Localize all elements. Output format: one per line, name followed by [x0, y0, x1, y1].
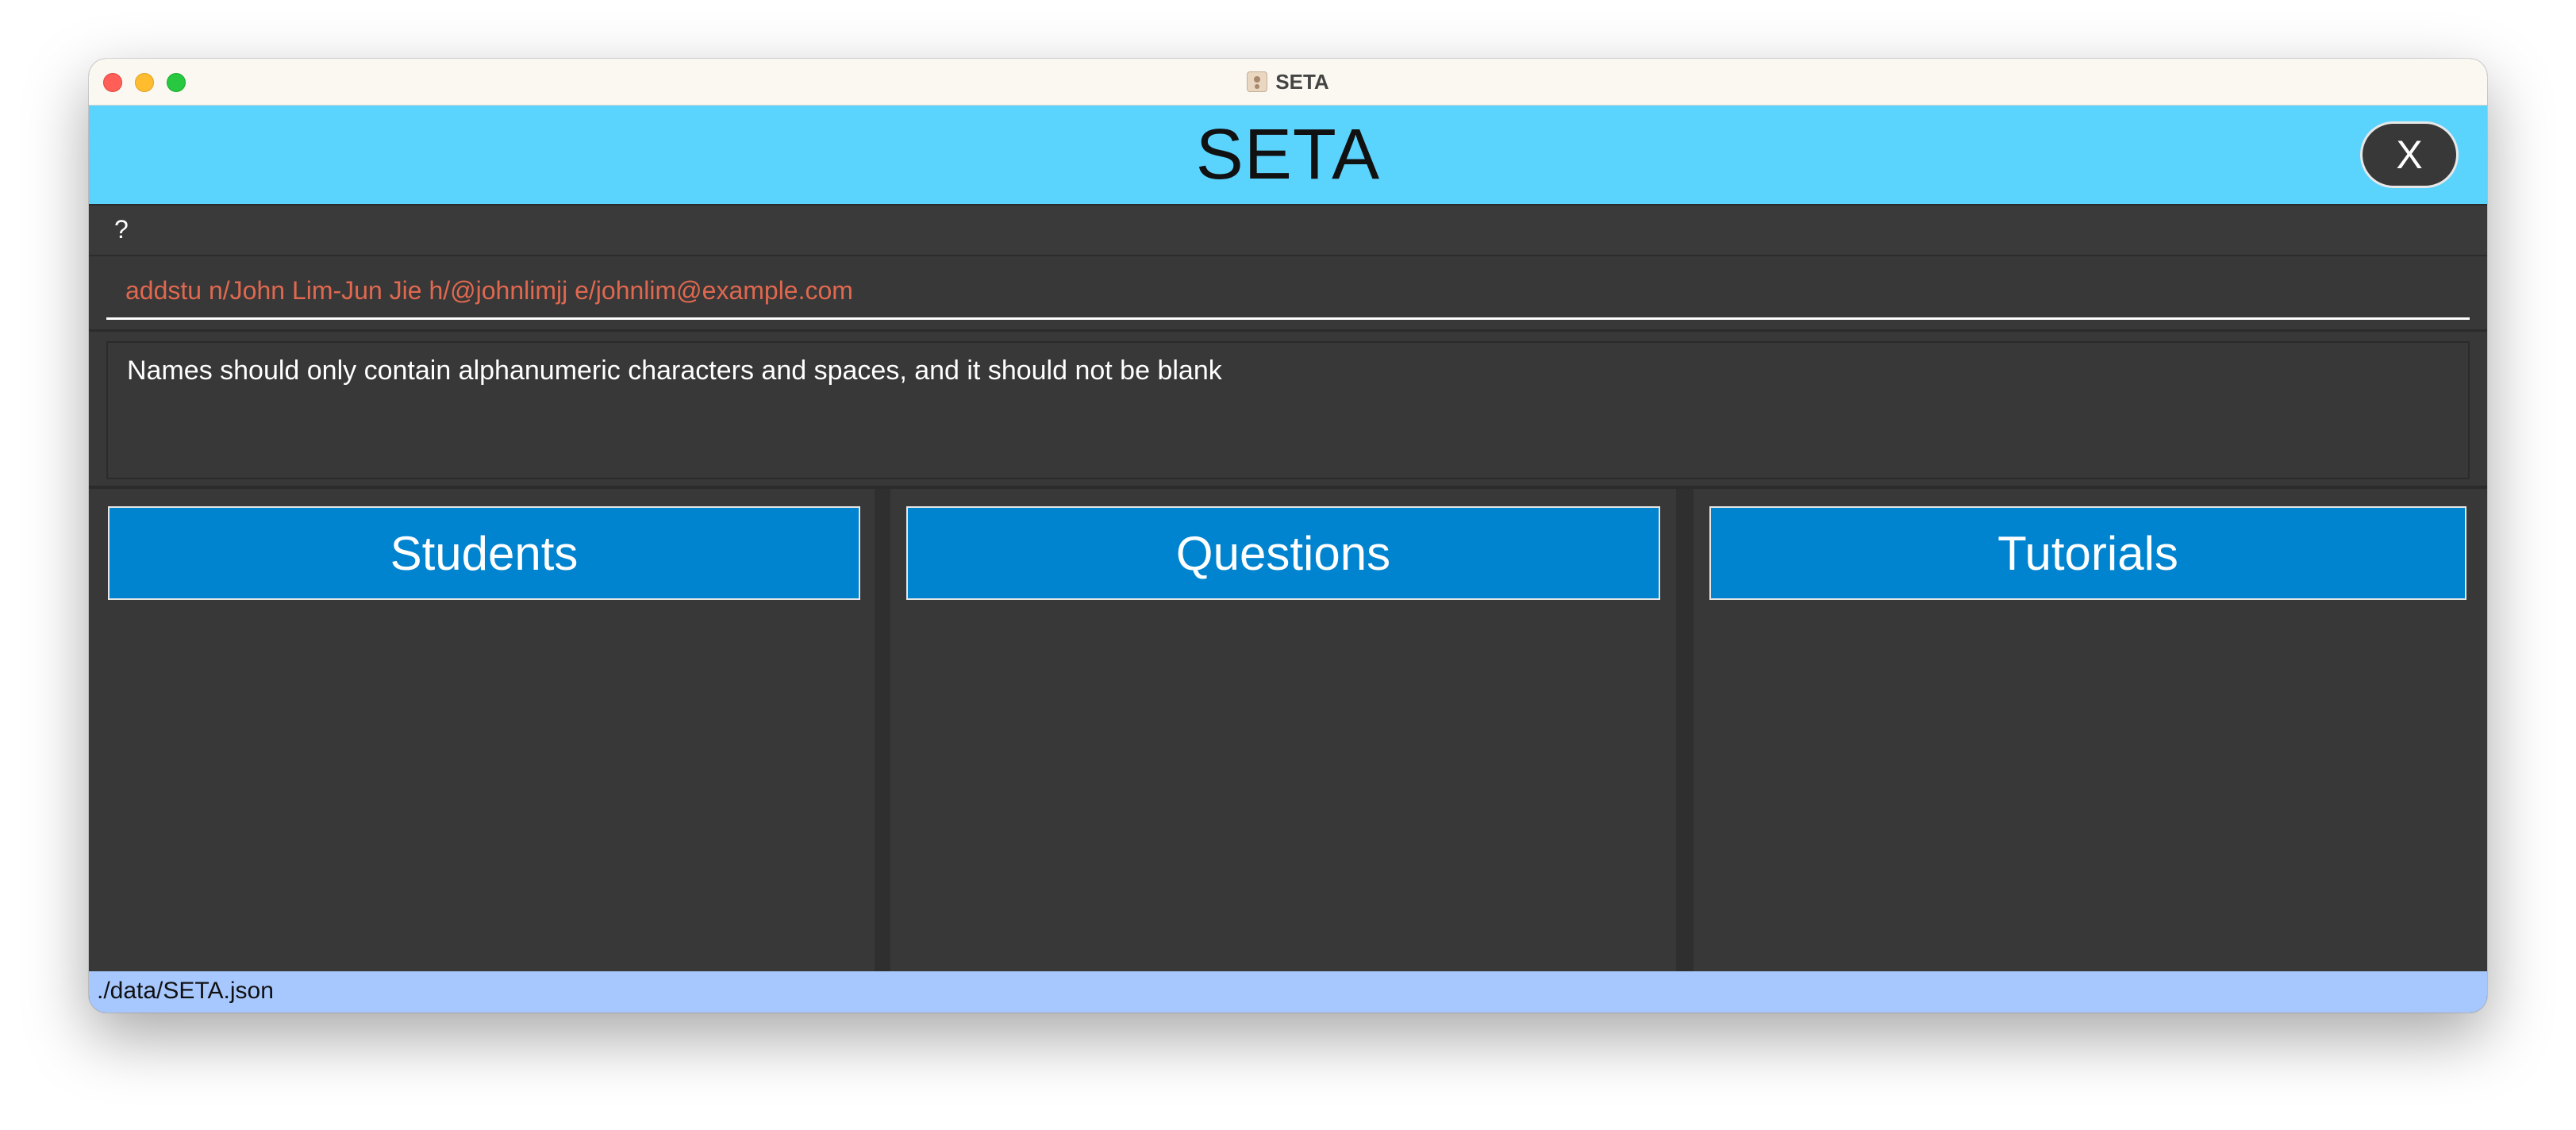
app-title: SETA	[1195, 114, 1381, 194]
window-title-group: SETA	[89, 59, 2487, 105]
tutorials-panel-header[interactable]: Tutorials	[1709, 506, 2466, 600]
menu-bar: ?	[89, 206, 2487, 256]
students-panel: Students	[89, 489, 875, 971]
app-header: SETA X	[89, 106, 2487, 206]
command-box: addstu n/John Lim-Jun Jie h/@johnlimjj e…	[89, 256, 2487, 332]
questions-panel-header[interactable]: Questions	[906, 506, 1660, 600]
tutorials-panel: Tutorials	[1694, 489, 2487, 971]
status-bar: ./data/SETA.json	[89, 971, 2487, 1013]
command-input[interactable]: addstu n/John Lim-Jun Jie h/@johnlimjj e…	[106, 264, 2470, 320]
app-icon	[1247, 71, 1268, 92]
exit-button[interactable]: X	[2360, 121, 2459, 188]
title-bar: SETA	[89, 59, 2487, 106]
list-panels: Students Questions Tutorials	[89, 489, 2487, 971]
result-box: Names should only contain alphanumeric c…	[106, 341, 2470, 479]
save-file-path: ./data/SETA.json	[97, 978, 274, 1004]
result-message: Names should only contain alphanumeric c…	[127, 356, 1222, 386]
app-window: SETA SETA X ? addstu n/John Lim-Jun Jie …	[89, 59, 2487, 1013]
questions-panel: Questions	[890, 489, 1676, 971]
window-title: SETA	[1275, 69, 1329, 94]
help-menu[interactable]: ?	[114, 215, 129, 244]
result-display: Names should only contain alphanumeric c…	[89, 332, 2487, 489]
students-panel-header[interactable]: Students	[108, 506, 860, 600]
